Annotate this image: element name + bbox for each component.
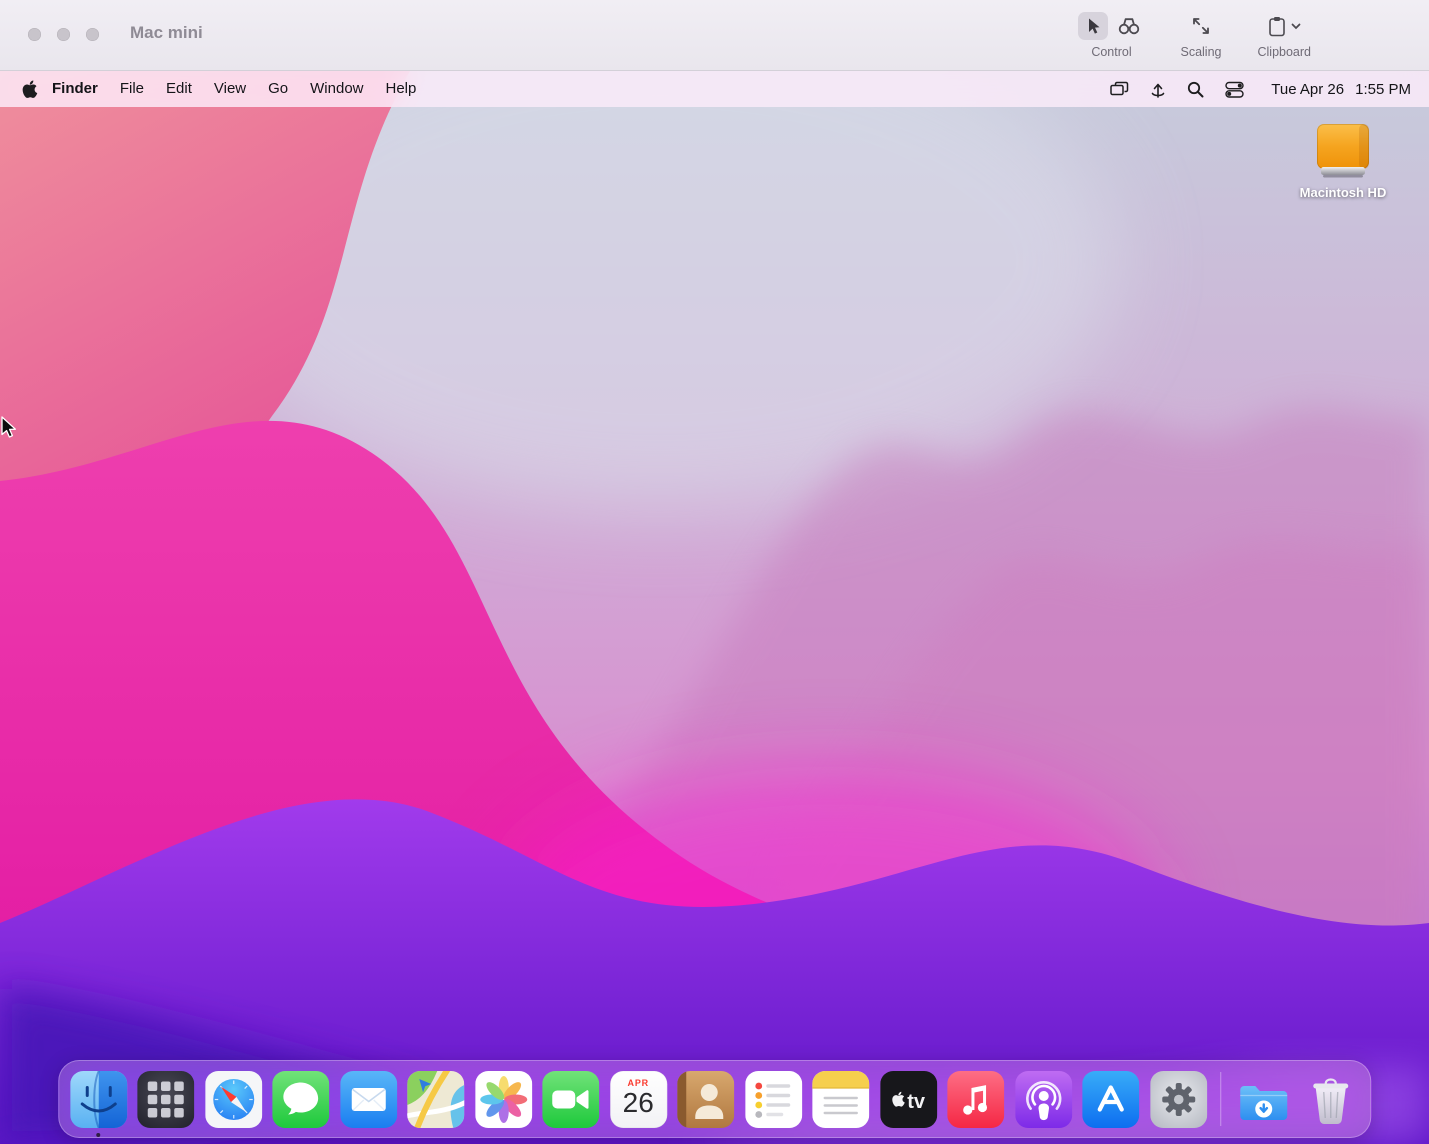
spotlight-menu-extra[interactable]: [1187, 81, 1204, 98]
trash-icon: [1302, 1071, 1359, 1128]
minimize-button[interactable]: [57, 28, 70, 41]
photos-icon: [475, 1071, 532, 1128]
menu-file[interactable]: File: [109, 71, 155, 107]
calendar-month: APR: [628, 1078, 649, 1088]
clipboard-button[interactable]: [1261, 12, 1307, 40]
dock-item-trash[interactable]: [1302, 1071, 1359, 1128]
facetime-icon: [542, 1071, 599, 1128]
menu-window[interactable]: Window: [299, 71, 374, 107]
menu-bar-status: Tue Apr 26 1:55 PM: [1110, 81, 1411, 98]
scaling-group: Scaling: [1180, 11, 1221, 59]
stacked-displays-icon: [1110, 81, 1129, 97]
menu-finder[interactable]: Finder: [44, 71, 109, 107]
safari-icon: [205, 1071, 262, 1128]
app-store-icon: [1082, 1071, 1139, 1128]
music-icon: [947, 1071, 1004, 1128]
chevron-down-icon: [1291, 23, 1301, 30]
close-button[interactable]: [28, 28, 41, 41]
dock-item-reminders[interactable]: [745, 1071, 802, 1128]
menu-edit[interactable]: Edit: [155, 71, 203, 107]
stacked-displays-menu-extra[interactable]: [1110, 81, 1129, 97]
control-mode-group: Control: [1078, 11, 1144, 59]
scaling-button[interactable]: [1186, 12, 1216, 40]
dock-item-messages[interactable]: [272, 1071, 329, 1128]
dock-item-safari[interactable]: [205, 1071, 262, 1128]
remote-desktop: Finder File Edit View Go Window Help: [0, 71, 1429, 1144]
finder-running-indicator: [96, 1133, 100, 1137]
dock-item-calendar[interactable]: APR 26: [610, 1071, 667, 1128]
apple-menu[interactable]: [22, 79, 38, 99]
finder-icon: [70, 1071, 127, 1128]
spotlight-icon: [1187, 81, 1204, 98]
wallpaper: [0, 71, 1429, 1144]
control-center-menu-extra[interactable]: [1225, 81, 1244, 98]
dock-item-podcasts[interactable]: [1015, 1071, 1072, 1128]
cursor-icon: [1083, 16, 1103, 36]
apple-logo-icon: [22, 79, 38, 99]
dock-item-photos[interactable]: [475, 1071, 532, 1128]
dock-item-downloads[interactable]: [1235, 1071, 1292, 1128]
scaling-label: Scaling: [1180, 45, 1221, 59]
dock-item-notes[interactable]: [812, 1071, 869, 1128]
dock-divider: [1220, 1072, 1221, 1126]
calendar-icon: APR 26: [610, 1071, 667, 1128]
maps-icon: [407, 1071, 464, 1128]
contacts-icon: [677, 1071, 734, 1128]
desktop-volume-macintosh-hd[interactable]: Macintosh HD: [1283, 121, 1403, 200]
dock-item-app-store[interactable]: [1082, 1071, 1139, 1128]
menu-view[interactable]: View: [203, 71, 257, 107]
menu-time: 1:55 PM: [1355, 81, 1411, 98]
screen: Mac mini Control: [0, 0, 1429, 1143]
share-screen-icon: [1150, 81, 1166, 98]
menu-help[interactable]: Help: [375, 71, 428, 107]
dock-item-facetime[interactable]: [542, 1071, 599, 1128]
clipboard-group: Clipboard: [1257, 11, 1311, 59]
control-mode-button[interactable]: [1078, 12, 1108, 40]
resize-diagonal-icon: [1191, 16, 1211, 36]
menu-go[interactable]: Go: [257, 71, 299, 107]
launchpad-icon: [137, 1071, 194, 1128]
mouse-cursor: [0, 416, 20, 440]
reminders-icon: [745, 1071, 802, 1128]
clipboard-label: Clipboard: [1257, 45, 1311, 59]
notes-icon: [812, 1071, 869, 1128]
clipboard-icon: [1268, 16, 1286, 37]
downloads-folder-icon: [1235, 1071, 1292, 1128]
dock-item-maps[interactable]: [407, 1071, 464, 1128]
window-controls: [28, 28, 99, 41]
apple-tv-icon: tv: [880, 1071, 937, 1128]
toolbar-controls: Control Scaling: [1078, 11, 1311, 59]
volume-label: Macintosh HD: [1300, 185, 1387, 200]
dock-item-tv[interactable]: tv: [880, 1071, 937, 1128]
dock-item-music[interactable]: [947, 1071, 1004, 1128]
screen-sharing-toolbar: Mac mini Control: [0, 0, 1429, 71]
window-title: Mac mini: [130, 23, 203, 43]
dock-item-launchpad[interactable]: [137, 1071, 194, 1128]
control-center-icon: [1225, 81, 1244, 98]
observe-mode-button[interactable]: [1114, 12, 1144, 40]
podcasts-icon: [1015, 1071, 1072, 1128]
menu-bar: Finder File Edit View Go Window Help: [0, 71, 1429, 107]
dock-item-mail[interactable]: [340, 1071, 397, 1128]
mail-icon: [340, 1071, 397, 1128]
calendar-day: 26: [623, 1089, 654, 1117]
zoom-button[interactable]: [86, 28, 99, 41]
share-screen-menu-extra[interactable]: [1150, 81, 1166, 98]
menu-bar-clock[interactable]: Tue Apr 26 1:55 PM: [1271, 81, 1411, 98]
control-label: Control: [1091, 45, 1131, 59]
messages-icon: [272, 1071, 329, 1128]
dock: APR 26: [58, 1060, 1372, 1138]
dock-item-finder[interactable]: [70, 1071, 127, 1128]
tv-label: tv: [907, 1091, 926, 1113]
binoculars-icon: [1117, 16, 1141, 36]
orange-external-drive-icon: [1310, 121, 1376, 181]
dock-item-system-preferences[interactable]: [1150, 1071, 1207, 1128]
menu-date: Tue Apr 26: [1271, 81, 1344, 98]
system-preferences-icon: [1150, 1071, 1207, 1128]
dock-item-contacts[interactable]: [677, 1071, 734, 1128]
